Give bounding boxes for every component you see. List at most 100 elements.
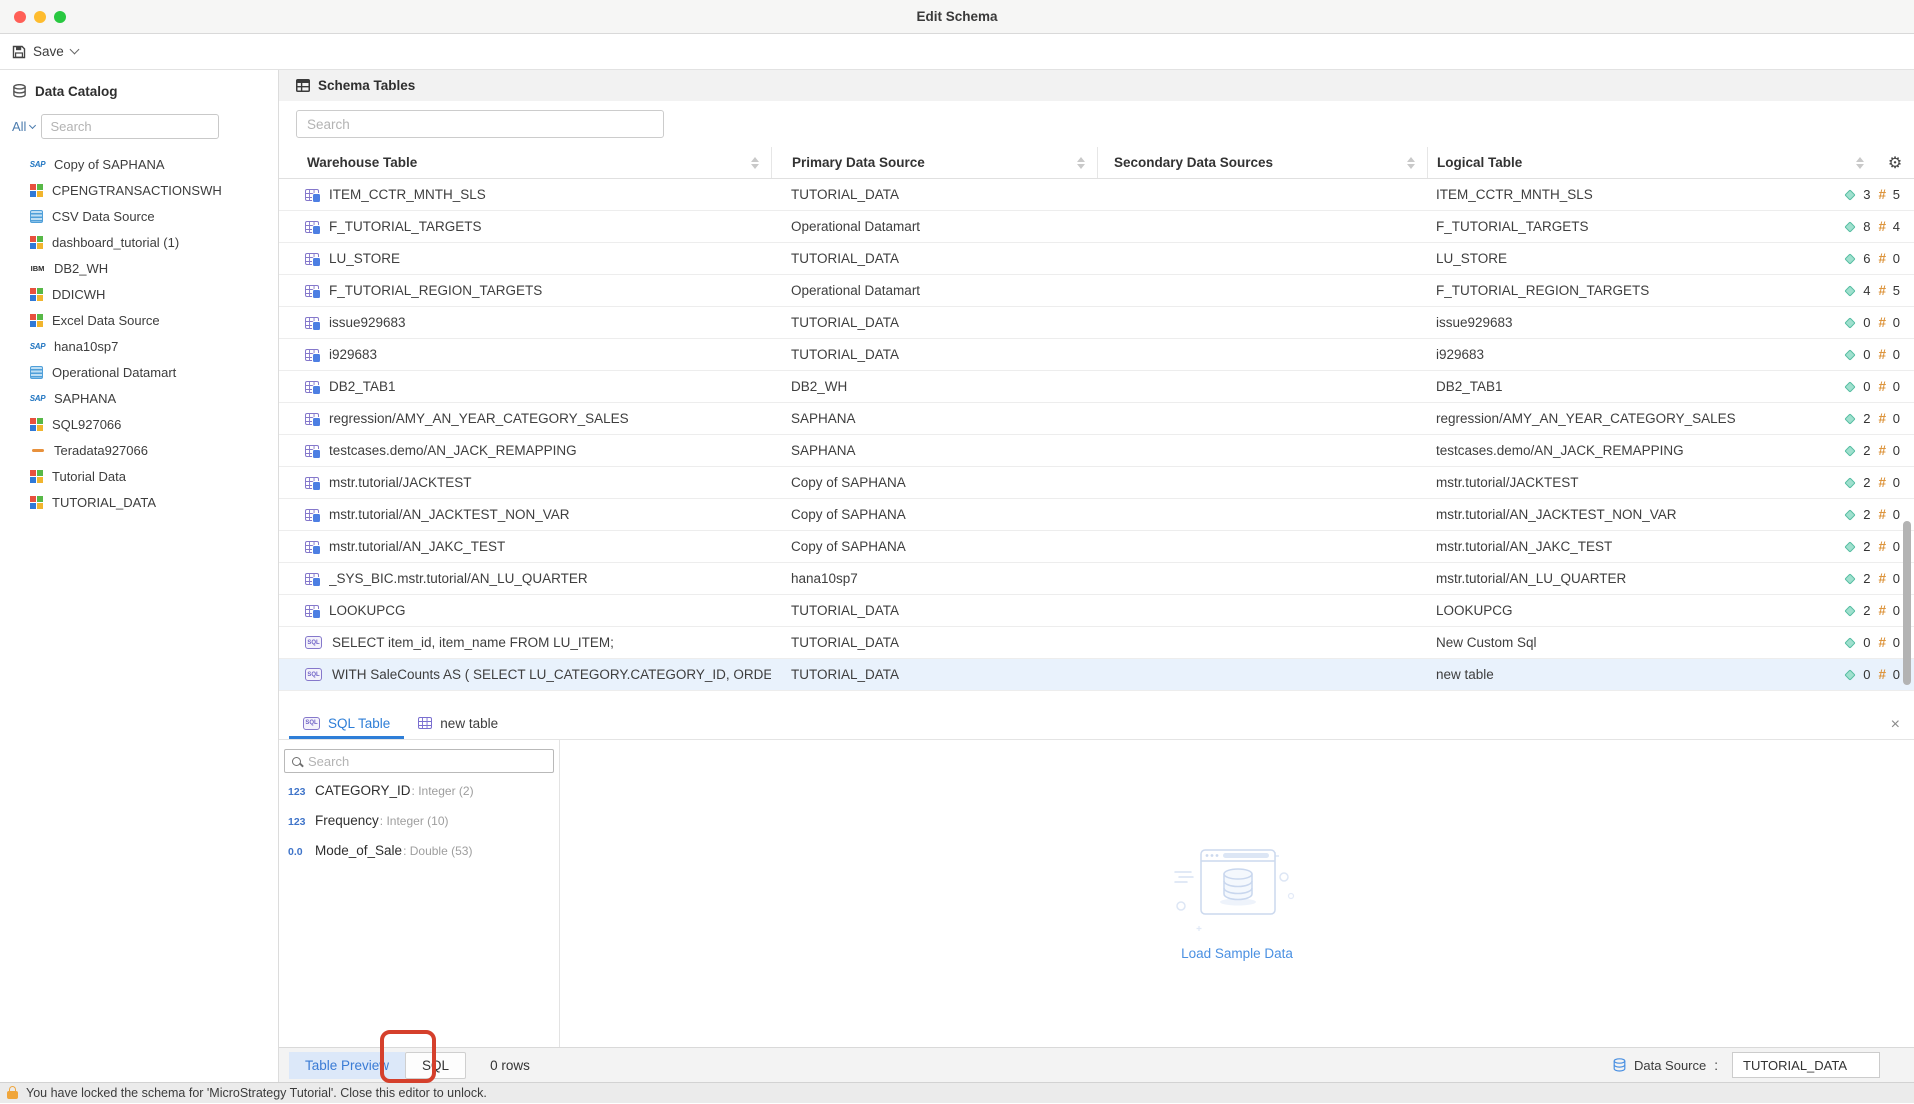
datasource-list-item[interactable]: SAP SAPHANA <box>0 385 278 411</box>
fact-hash-icon: # <box>1878 475 1886 490</box>
editor-tab[interactable]: SQL SQL Table <box>289 710 404 739</box>
fact-hash-icon: # <box>1878 571 1886 586</box>
datasource-label: DDICWH <box>52 287 105 302</box>
row-badges: 3 # 5 <box>1846 187 1900 202</box>
logical-table-name: new table <box>1436 667 1494 682</box>
primary-data-source-cell: Copy of SAPHANA <box>771 539 1097 554</box>
column-list-item[interactable]: 123 CATEGORY_ID : Integer (2) <box>279 783 559 813</box>
attribute-diamond-icon <box>1845 573 1856 584</box>
columns-search-box[interactable] <box>284 749 554 773</box>
table-row[interactable]: regression/AMY_AN_YEAR_CATEGORY_SALES SA… <box>279 403 1914 435</box>
zoom-window-button[interactable] <box>54 11 66 23</box>
attribute-diamond-icon <box>1845 317 1856 328</box>
datasource-list-item[interactable]: Excel Data Source <box>0 307 278 333</box>
schema-tables-panel: Schema Tables Warehouse Table Primary Da… <box>279 70 1914 1082</box>
catalog-filter-dropdown[interactable]: All <box>12 119 35 134</box>
fact-count: 0 <box>1891 475 1900 490</box>
column-header-label: Secondary Data Sources <box>1114 155 1273 170</box>
minimize-window-button[interactable] <box>34 11 46 23</box>
datasource-list-item[interactable]: DDICWH <box>0 281 278 307</box>
datasource-icon <box>30 288 43 301</box>
toolbar: Save <box>0 34 1914 70</box>
table-row[interactable]: issue929683 TUTORIAL_DATA issue929683 0 … <box>279 307 1914 339</box>
table-row[interactable]: F_TUTORIAL_REGION_TARGETS Operational Da… <box>279 275 1914 307</box>
editor-tab[interactable]: new table <box>404 710 512 739</box>
table-row[interactable]: i929683 TUTORIAL_DATA i929683 0 # 0 <box>279 339 1914 371</box>
column-type-icon: 123 <box>288 816 315 828</box>
warehouse-table-name: mstr.tutorial/AN_JACKTEST_NON_VAR <box>329 507 570 522</box>
close-window-button[interactable] <box>14 11 26 23</box>
catalog-filter-row: All <box>12 114 278 139</box>
datasource-list-item[interactable]: Tutorial Data <box>0 463 278 489</box>
warehouse-table-cell: mstr.tutorial/AN_JACKTEST_NON_VAR <box>279 507 771 522</box>
fact-hash-icon: # <box>1878 603 1886 618</box>
fact-count: 5 <box>1891 187 1900 202</box>
load-sample-data-link[interactable]: Load Sample Data <box>1171 946 1303 961</box>
table-row[interactable]: DB2_TAB1 DB2_WH DB2_TAB1 0 # 0 <box>279 371 1914 403</box>
table-search-input[interactable] <box>296 110 664 138</box>
datasource-list-item[interactable]: IBM DB2_WH <box>0 255 278 281</box>
data-catalog-title: Data Catalog <box>35 84 118 99</box>
datasource-list: SAP Copy of SAPHANA CPENGTRANSACTIONSWH … <box>0 151 278 515</box>
columns-search-input[interactable] <box>308 754 518 769</box>
attribute-count: 2 <box>1861 443 1870 458</box>
footer-tab[interactable]: Table Preview <box>289 1052 405 1079</box>
datasource-list-item[interactable]: SQL927066 <box>0 411 278 437</box>
fact-hash-icon: # <box>1878 347 1886 362</box>
column-list-item[interactable]: 123 Frequency : Integer (10) <box>279 813 559 843</box>
column-header-primary-data-source[interactable]: Primary Data Source <box>771 147 1097 178</box>
attribute-diamond-icon <box>1845 445 1856 456</box>
close-icon[interactable]: × <box>1891 717 1900 733</box>
column-header-warehouse-table[interactable]: Warehouse Table <box>279 147 771 178</box>
table-row[interactable]: SQL SELECT item_id, item_name FROM LU_IT… <box>279 627 1914 659</box>
status-message: You have locked the schema for 'MicroStr… <box>26 1086 487 1100</box>
column-header-logical-table[interactable]: Logical Table <box>1427 147 1876 178</box>
catalog-search-input[interactable] <box>41 114 219 139</box>
datasource-list-item[interactable]: CPENGTRANSACTIONSWH <box>0 177 278 203</box>
warehouse-table-icon <box>305 445 319 457</box>
table-row[interactable]: testcases.demo/AN_JACK_REMAPPING SAPHANA… <box>279 435 1914 467</box>
save-dropdown-chevron-icon[interactable] <box>69 45 79 55</box>
gear-icon[interactable]: ⚙ <box>1876 153 1914 173</box>
warehouse-table-name: F_TUTORIAL_REGION_TARGETS <box>329 283 542 298</box>
table-row[interactable]: LU_STORE TUTORIAL_DATA LU_STORE 6 # 0 <box>279 243 1914 275</box>
attribute-count: 3 <box>1861 187 1870 202</box>
logical-table-cell: F_TUTORIAL_REGION_TARGETS 4 # 5 <box>1427 283 1914 298</box>
footer-tab[interactable]: SQL <box>405 1052 466 1079</box>
datasource-list-item[interactable]: dashboard_tutorial (1) <box>0 229 278 255</box>
column-type: : Double (53) <box>403 844 472 858</box>
warehouse-table-cell: regression/AMY_AN_YEAR_CATEGORY_SALES <box>279 411 771 426</box>
attribute-count: 8 <box>1861 219 1870 234</box>
table-row[interactable]: ITEM_CCTR_MNTH_SLS TUTORIAL_DATA ITEM_CC… <box>279 179 1914 211</box>
table-scrollbar-thumb[interactable] <box>1903 521 1911 685</box>
warehouse-table-cell: SQL WITH SaleCounts AS ( SELECT LU_CATEG… <box>279 667 771 682</box>
editor-tab-label: new table <box>440 716 498 731</box>
logical-table-name: i929683 <box>1436 347 1484 362</box>
table-row[interactable]: F_TUTORIAL_TARGETS Operational Datamart … <box>279 211 1914 243</box>
attribute-diamond-icon <box>1845 253 1856 264</box>
logical-table-cell: testcases.demo/AN_JACK_REMAPPING 2 # 0 <box>1427 443 1914 458</box>
datasource-label: hana10sp7 <box>54 339 118 354</box>
table-row[interactable]: LOOKUPCG TUTORIAL_DATA LOOKUPCG 2 # 0 <box>279 595 1914 627</box>
datasource-list-item[interactable]: Operational Datamart <box>0 359 278 385</box>
attribute-diamond-icon <box>1845 637 1856 648</box>
column-list-item[interactable]: 0.0 Mode_of_Sale : Double (53) <box>279 843 559 873</box>
table-row[interactable]: mstr.tutorial/AN_JACKTEST_NON_VAR Copy o… <box>279 499 1914 531</box>
datasource-value-dropdown[interactable]: TUTORIAL_DATA <box>1732 1052 1880 1078</box>
row-badges: 2 # 0 <box>1846 507 1900 522</box>
fact-hash-icon: # <box>1878 315 1886 330</box>
datasource-list-item[interactable]: SAP hana10sp7 <box>0 333 278 359</box>
table-row[interactable]: SQL WITH SaleCounts AS ( SELECT LU_CATEG… <box>279 659 1914 691</box>
table-row[interactable]: mstr.tutorial/AN_JAKC_TEST Copy of SAPHA… <box>279 531 1914 563</box>
datasource-list-item[interactable]: TUTORIAL_DATA <box>0 489 278 515</box>
datasource-list-item[interactable]: Teradata927066 <box>0 437 278 463</box>
warehouse-table-icon: SQL <box>305 636 322 649</box>
datasource-list-item[interactable]: SAP Copy of SAPHANA <box>0 151 278 177</box>
datasource-list-item[interactable]: CSV Data Source <box>0 203 278 229</box>
primary-data-source-cell: SAPHANA <box>771 411 1097 426</box>
preview-pane: Load Sample Data <box>560 740 1914 1047</box>
save-button[interactable]: Save <box>33 44 64 59</box>
table-row[interactable]: mstr.tutorial/JACKTEST Copy of SAPHANA m… <box>279 467 1914 499</box>
column-header-secondary-data-sources[interactable]: Secondary Data Sources <box>1097 147 1427 178</box>
table-row[interactable]: _SYS_BIC.mstr.tutorial/AN_LU_QUARTER han… <box>279 563 1914 595</box>
